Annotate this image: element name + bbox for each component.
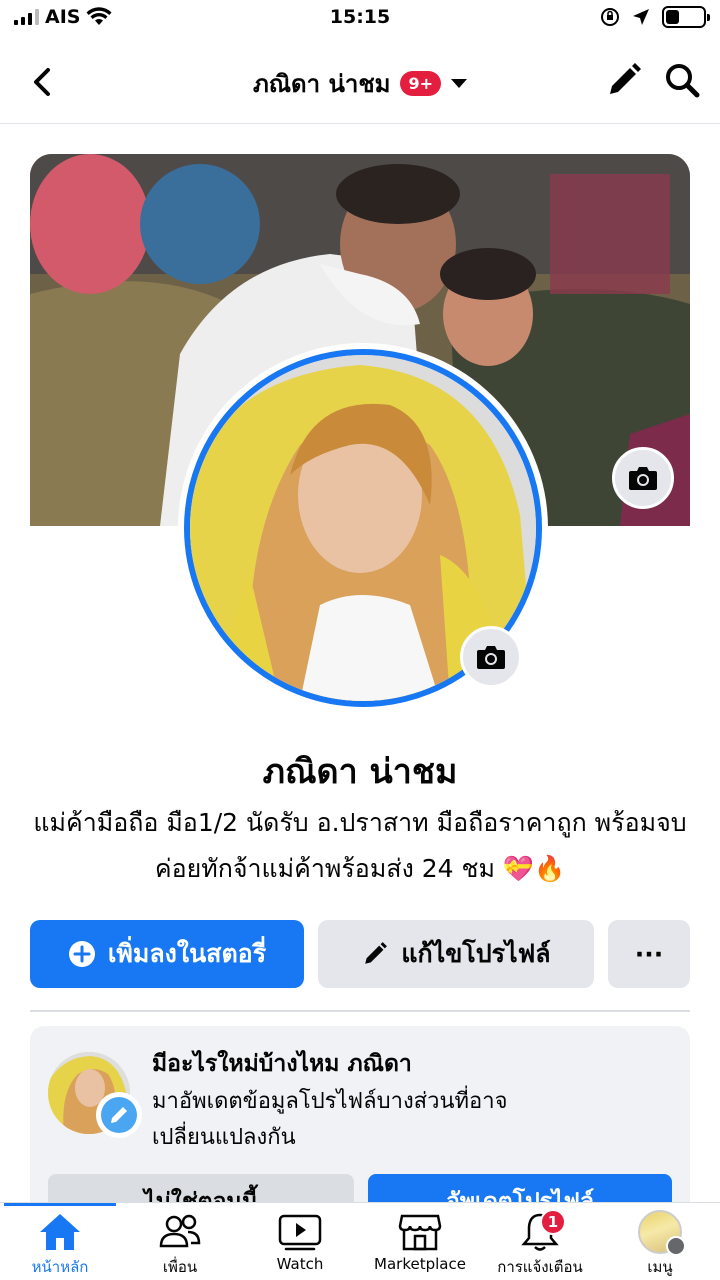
cover-camera-button[interactable] [612, 447, 674, 509]
profile-camera-button[interactable] [460, 626, 522, 688]
status-bar: AIS 15:15 [0, 0, 720, 36]
search-button[interactable] [662, 60, 702, 100]
tab-watch-label: Watch [276, 1255, 324, 1273]
tab-watch[interactable]: Watch [240, 1211, 360, 1279]
camera-icon [629, 467, 657, 490]
add-to-story-label: เพิ่มลงในสตอรี่ [107, 939, 267, 968]
tab-home-label: หน้าหลัก [31, 1258, 89, 1276]
camera-icon [477, 646, 505, 669]
battery-icon [662, 6, 710, 28]
notification-badge: 9+ [400, 71, 442, 96]
profile-bio: แม่ค้ามือถือ มือ1/2 นัดรับ อ.ปราสาท มือถ… [33, 808, 687, 883]
more-options-label: ··· [634, 939, 664, 969]
add-to-story-button[interactable]: เพิ่มลงในสตอรี่ [30, 920, 304, 988]
tab-marketplace-icon-wrap [398, 1211, 442, 1253]
tab-menu-icon-wrap [638, 1210, 686, 1256]
battery-fill [666, 10, 679, 24]
tab-marketplace-label: Marketplace [374, 1255, 466, 1273]
friends-icon [159, 1214, 201, 1248]
profile-name: ภณิดา น่าชม [262, 752, 458, 792]
location-icon [633, 9, 649, 25]
divider [30, 1010, 690, 1012]
edit-badge [96, 1092, 142, 1138]
marketplace-icon [398, 1214, 442, 1251]
search-icon [666, 64, 700, 98]
tab-home[interactable]: หน้าหลัก [0, 1211, 120, 1279]
more-options-button[interactable]: ··· [608, 920, 690, 988]
edit-profile-button[interactable]: แก้ไขโปรไฟล์ [318, 920, 594, 988]
prompt-title: มีอะไรใหม่บ้างไหม ภณิดา [152, 1051, 412, 1077]
tab-notifications-label: การแจ้งเตือน [497, 1258, 583, 1276]
edit-profile-label: แก้ไขโปรไฟล์ [401, 939, 551, 968]
tab-friends[interactable]: เพื่อน [120, 1211, 240, 1279]
edit-button[interactable] [604, 60, 644, 100]
plus-circle-icon [68, 941, 95, 967]
top-navigation: ภณิดา น่าชม 9+ [0, 40, 720, 124]
prompt-description: มาอัพเดตข้อมูลโปรไฟล์บางส่วนที่อาจเปลี่ย… [152, 1089, 508, 1150]
home-icon [40, 1214, 80, 1250]
tab-menu[interactable]: เมนู [600, 1210, 720, 1279]
tab-friends-icon-wrap [158, 1211, 202, 1253]
tab-menu-label: เมนู [647, 1258, 673, 1276]
tab-friends-label: เพื่อน [162, 1258, 198, 1276]
pencil-circle-icon [101, 1097, 137, 1133]
menu-avatar-icon [638, 1210, 686, 1256]
status-right [600, 6, 710, 28]
chevron-down-icon [451, 79, 468, 88]
nav-title: ภณิดา น่าชม [252, 70, 391, 98]
pencil-icon [610, 63, 641, 94]
tab-home-icon-wrap [38, 1211, 82, 1253]
tab-notifications-icon-wrap: 1 [518, 1209, 566, 1253]
tab-watch-icon-wrap [278, 1211, 322, 1253]
tab-marketplace[interactable]: Marketplace [360, 1211, 480, 1279]
pencil-icon [365, 942, 388, 964]
orientation-lock-icon [601, 8, 619, 26]
tab-notifications[interactable]: 1 การแจ้งเตือน [480, 1209, 600, 1279]
notification-count-badge: 1 [540, 1209, 566, 1235]
bottom-tab-bar: หน้าหลัก เพื่อน Watch Marketplace 1 การแ… [0, 1202, 720, 1280]
menu-dot-icon [666, 1236, 686, 1256]
watch-icon [278, 1214, 322, 1251]
active-tab-indicator [4, 1203, 116, 1206]
